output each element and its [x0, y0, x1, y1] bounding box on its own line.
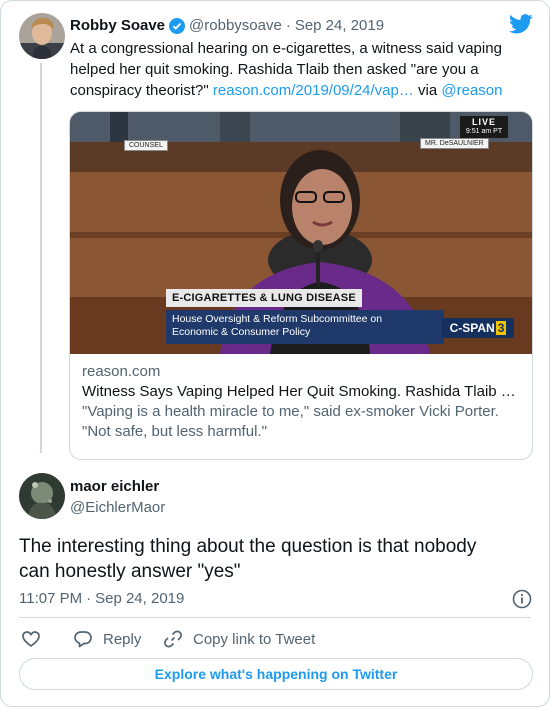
chyron-subtitle-line: Economic & Consumer Policy — [172, 326, 311, 338]
reply-button[interactable]: Reply — [73, 629, 141, 649]
reply-header: maor eichler @EichlerMaor — [70, 478, 165, 516]
live-time: 9:51 am PT — [465, 128, 503, 135]
via-text: via — [413, 82, 442, 99]
link-preview-card[interactable]: COUNSEL MR. DeSAULNIER LIVE 9:51 am PT E… — [69, 111, 533, 460]
timestamp-separator: · — [86, 590, 92, 607]
nameplate-counsel: COUNSEL — [124, 140, 168, 151]
quoted-text-line: conspiracy theorist?" reason.com/2019/09… — [70, 80, 530, 101]
quoted-text-line: At a congressional hearing on e-cigarett… — [70, 40, 502, 57]
heart-icon — [22, 631, 40, 648]
card-description-line: "Vaping is a health miracle to me," said… — [82, 403, 499, 420]
reply-author-avatar[interactable] — [19, 473, 65, 519]
reply-label: Reply — [103, 630, 142, 648]
chyron-title: E-CIGARETTES & LUNG DISEASE — [166, 289, 362, 307]
via-handle-link[interactable]: @reason — [441, 82, 502, 99]
info-icon[interactable] — [512, 589, 532, 609]
live-badge: LIVE 9:51 am PT — [460, 116, 508, 138]
reply-timestamp[interactable]: 11:07 PM · Sep 24, 2019 — [19, 590, 184, 607]
reply-text-line: The interesting thing about the question… — [19, 536, 477, 557]
copy-link-button[interactable]: Copy link to Tweet — [163, 629, 315, 649]
twitter-bird-icon[interactable] — [509, 14, 533, 34]
network-name: C-SPAN — [449, 321, 495, 335]
verified-badge-icon — [169, 17, 186, 34]
card-title: Witness Says Vaping Helped Her Quit Smok… — [82, 383, 516, 400]
thread-connector-line — [40, 63, 42, 453]
copy-link-label: Copy link to Tweet — [193, 630, 316, 648]
nameplate-member: MR. DeSAULNIER — [420, 138, 489, 149]
reply-tweet-text: The interesting thing about the question… — [19, 534, 529, 584]
reply-date: Sep 24, 2019 — [95, 590, 185, 607]
reply-display-name[interactable]: maor eichler — [70, 478, 165, 495]
quoted-handle[interactable]: @robbysoave — [189, 17, 282, 34]
quoted-date[interactable]: Sep 24, 2019 — [295, 17, 384, 34]
reply-handle[interactable]: @EichlerMaor — [70, 499, 165, 516]
header-separator: · — [285, 17, 291, 34]
like-button[interactable] — [21, 629, 51, 649]
quoted-text-segment: conspiracy theorist?" — [70, 82, 213, 99]
reply-time: 11:07 PM — [19, 590, 83, 607]
link-card-text: reason.com Witness Says Vaping Helped He… — [70, 354, 532, 442]
explore-twitter-button[interactable]: Explore what's happening on Twitter — [19, 658, 533, 690]
reply-bubble-icon — [74, 631, 92, 648]
tweet-embed-card: Robby Soave @robbysoave · Sep 24, 2019 A… — [0, 0, 550, 707]
reply-text-line: can honestly answer "yes" — [19, 561, 241, 582]
network-number: 3 — [495, 321, 507, 335]
link-icon — [164, 630, 182, 648]
quoted-text-line: helped her quit smoking. Rashida Tlaib t… — [70, 61, 479, 78]
quoted-tweet-text: At a congressional hearing on e-cigarett… — [70, 38, 530, 101]
cspan-logo: C-SPAN 3 — [442, 318, 514, 338]
divider — [19, 617, 531, 618]
video-thumbnail[interactable]: COUNSEL MR. DeSAULNIER LIVE 9:51 am PT E… — [70, 112, 532, 354]
card-domain: reason.com — [82, 363, 161, 380]
card-description-line: "Not safe, but less harmful." — [82, 423, 267, 440]
live-label: LIVE — [471, 117, 496, 127]
chyron-subtitle: House Oversight & Reform Subcommittee on… — [166, 310, 444, 344]
explore-label: Explore what's happening on Twitter — [154, 666, 398, 682]
chyron-subtitle-line: House Oversight & Reform Subcommittee on — [172, 313, 383, 325]
article-link[interactable]: reason.com/2019/09/24/vap… — [213, 82, 414, 99]
quoted-header: Robby Soave @robbysoave · Sep 24, 2019 — [70, 17, 384, 34]
quoted-display-name[interactable]: Robby Soave — [70, 17, 165, 34]
quoted-author-avatar[interactable] — [19, 13, 65, 59]
